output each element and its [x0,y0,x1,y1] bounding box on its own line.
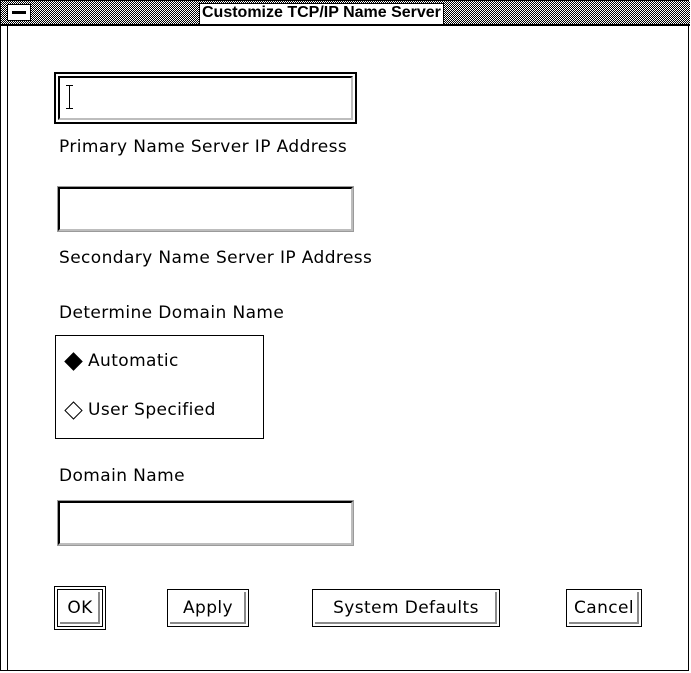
cancel-button-label: Cancel [574,598,634,618]
radio-selected-icon [64,351,83,371]
radio-unselected-icon [64,400,83,420]
system-menu-button[interactable] [7,4,31,21]
secondary-ip-label: Secondary Name Server IP Address [59,248,373,268]
dialog-window: Customize TCP/IP Name Server Primary Nam… [0,0,690,671]
ok-button[interactable]: OK [54,586,106,630]
primary-ip-field[interactable] [54,72,357,124]
domain-mode-label: Determine Domain Name [59,303,285,323]
apply-button[interactable]: Apply [167,589,249,627]
primary-ip-label: Primary Name Server IP Address [59,137,348,157]
system-defaults-button[interactable]: System Defaults [312,589,500,627]
title-bar[interactable]: Customize TCP/IP Name Server [1,1,690,26]
primary-ip-input[interactable] [60,78,351,118]
domain-name-input[interactable] [60,503,351,543]
secondary-ip-field[interactable] [57,186,354,232]
cancel-button[interactable]: Cancel [566,589,642,627]
domain-name-label: Domain Name [59,466,185,486]
apply-button-label: Apply [183,598,233,618]
radio-user-specified[interactable]: User Specified [64,396,216,424]
radio-automatic[interactable]: Automatic [64,347,179,375]
radio-automatic-label: Automatic [88,351,179,371]
secondary-ip-input[interactable] [60,189,351,229]
domain-mode-radio-group: Automatic User Specified [55,335,264,439]
radio-user-specified-label: User Specified [88,400,216,420]
domain-name-field[interactable] [57,500,354,546]
system-menu-icon [12,11,26,14]
system-defaults-button-label: System Defaults [333,598,479,618]
ok-button-label: OK [67,598,93,618]
window-title: Customize TCP/IP Name Server [199,3,444,25]
text-cursor-icon [66,85,73,109]
